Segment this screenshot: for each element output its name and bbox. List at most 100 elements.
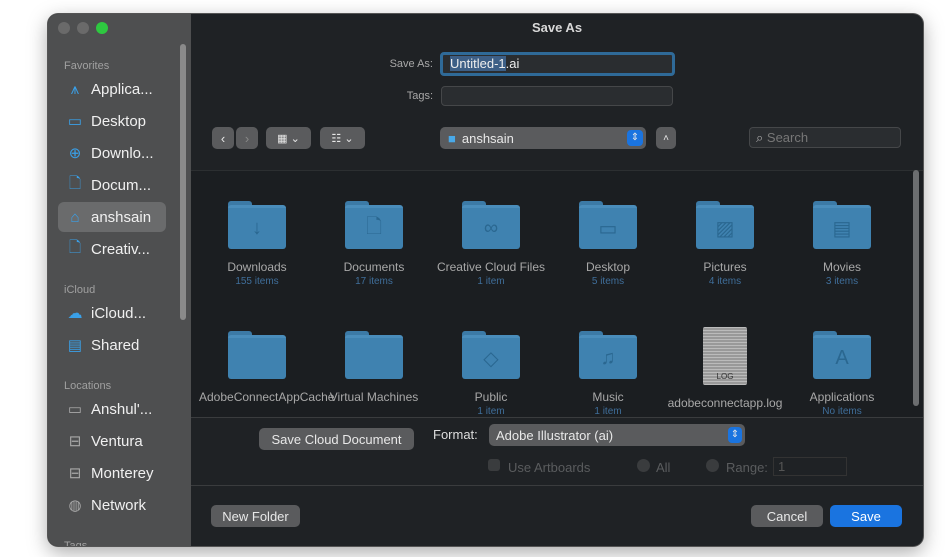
save-as-label: Save As: bbox=[389, 58, 433, 70]
sidebar-item-icloud[interactable]: ☁ iCloud... bbox=[58, 298, 166, 328]
folder-item[interactable]: ∞ Creative Cloud Files 1 item bbox=[433, 201, 549, 288]
folder-icon: ♫ bbox=[579, 331, 637, 379]
document-icon: 🗋 bbox=[68, 174, 82, 192]
sidebar-item-ventura[interactable]: ⊟ Ventura bbox=[58, 426, 166, 456]
folder-item[interactable]: ♫ Music 1 item bbox=[550, 331, 666, 417]
item-name: Documents bbox=[343, 260, 405, 274]
divider bbox=[191, 485, 923, 486]
location-popup[interactable]: ■ anshsain ⇕ bbox=[440, 127, 646, 149]
sidebar-scrollbar[interactable] bbox=[180, 44, 186, 320]
minimize-button[interactable] bbox=[77, 22, 89, 34]
sidebar-item-creativ[interactable]: 🗋 Creativ... bbox=[58, 234, 166, 264]
range-radio[interactable] bbox=[706, 459, 719, 472]
sidebar-item-label: Ventura bbox=[91, 432, 143, 450]
search-placeholder: Search bbox=[766, 130, 809, 145]
range-input[interactable]: 1 bbox=[773, 457, 847, 476]
file-grid: ↓ Downloads 155 items 🗋 Documents 17 items ∞ Cr… bbox=[191, 170, 923, 418]
desktop-icon: ▭ bbox=[67, 113, 83, 130]
sidebar-item-downlo[interactable]: ⊕ Downlo... bbox=[58, 138, 166, 168]
window-controls bbox=[58, 22, 108, 34]
downloads-icon: ⊕ bbox=[68, 145, 82, 162]
forward-button[interactable]: › bbox=[236, 127, 258, 149]
cancel-button[interactable]: Cancel bbox=[751, 505, 823, 527]
sidebar-item-label: Downlo... bbox=[91, 144, 154, 162]
folder-item[interactable]: ▤ Movies 3 items bbox=[784, 201, 900, 288]
format-popup[interactable]: Adobe Illustrator (ai) ⇕ bbox=[489, 424, 745, 446]
home-icon: ⌂ bbox=[70, 208, 80, 226]
item-count: 1 item bbox=[477, 406, 505, 417]
zoom-button[interactable] bbox=[96, 22, 108, 34]
folder-icon: ◇ bbox=[462, 331, 520, 379]
globe-icon: ◍ bbox=[68, 497, 82, 514]
sidebar-item-monterey[interactable]: ⊟ Monterey bbox=[58, 458, 166, 488]
sidebar-item-applica[interactable]: ⩚ Applica... bbox=[58, 74, 166, 104]
folder-item[interactable]: ▭ Desktop 5 items bbox=[550, 201, 666, 288]
item-name: Downloads bbox=[227, 260, 287, 274]
sidebar-item-shared[interactable]: ▤ Shared bbox=[58, 330, 166, 360]
sidebar-item-label: anshsain bbox=[91, 208, 152, 226]
sidebar-item-label: Creativ... bbox=[91, 240, 150, 258]
all-radio[interactable] bbox=[637, 459, 650, 472]
filename-input[interactable]: Untitled-1.ai bbox=[440, 52, 675, 76]
back-button[interactable]: ‹ bbox=[212, 127, 234, 149]
new-folder-button[interactable]: New Folder bbox=[211, 505, 300, 527]
disk-icon: ⊟ bbox=[68, 433, 82, 450]
main-panel: Save As Save As: Untitled-1.ai Tags: ‹ ›… bbox=[191, 14, 923, 546]
sidebar-item-label: Desktop bbox=[91, 112, 147, 130]
folder-item[interactable]: A Applications No items bbox=[784, 331, 900, 417]
sidebar-item-anshsain[interactable]: ⌂ anshsain bbox=[58, 202, 166, 232]
search-field[interactable]: ⌕ Search bbox=[749, 127, 901, 148]
item-name: adobeconnectapp.log bbox=[667, 396, 783, 410]
file-grid-scrollbar[interactable] bbox=[913, 170, 919, 406]
window-title: Save As bbox=[531, 20, 583, 35]
save-button[interactable]: Save bbox=[830, 505, 902, 527]
item-name: Pictures bbox=[703, 260, 747, 274]
item-count: 3 items bbox=[825, 276, 859, 287]
folder-item[interactable]: 🗋 Documents 17 items bbox=[316, 201, 432, 288]
close-button[interactable] bbox=[58, 22, 70, 34]
sidebar-item-docum[interactable]: 🗋 Docum... bbox=[58, 170, 166, 200]
folder-item[interactable]: ↓ Downloads 155 items bbox=[199, 201, 315, 288]
item-name: Desktop bbox=[585, 260, 631, 274]
sidebar-item-anshul[interactable]: ▭ Anshul'... bbox=[58, 394, 166, 424]
expand-collapse-button[interactable]: ˄ bbox=[656, 127, 676, 149]
sidebar-section-heading: Favorites bbox=[64, 60, 110, 72]
folder-item[interactable]: ▨ Pictures 4 items bbox=[667, 201, 783, 288]
item-count: 5 items bbox=[591, 276, 625, 287]
folder-item[interactable]: AdobeConnectAppCache bbox=[199, 331, 334, 405]
save-as-dialog: Favorites ⩚ Applica... ▭ Desktop ⊕ Downlo... 🗋 D… bbox=[48, 14, 923, 546]
sidebar-item-label: Network bbox=[91, 496, 147, 514]
folder-icon: ▭ bbox=[579, 201, 637, 249]
sidebar-item-network[interactable]: ◍ Network bbox=[58, 490, 166, 520]
item-name: Creative Cloud Files bbox=[436, 260, 546, 274]
range-label: Range: bbox=[726, 460, 768, 475]
format-value: Adobe Illustrator (ai) bbox=[496, 427, 614, 443]
sidebar-item-desktop[interactable]: ▭ Desktop bbox=[58, 106, 166, 136]
log-file-icon: LOG bbox=[703, 327, 747, 385]
folder-item[interactable]: Virtual Machines bbox=[316, 331, 432, 405]
filename-extension: .ai bbox=[505, 56, 520, 71]
sidebar-section-heading: Locations bbox=[64, 380, 112, 392]
file-item[interactable]: LOG adobeconnectapp.log bbox=[667, 327, 783, 411]
folder-item[interactable]: ◇ Public 1 item bbox=[433, 331, 549, 417]
item-count: 155 items bbox=[235, 276, 279, 287]
item-name: Movies bbox=[822, 260, 861, 274]
folder-icon: ∞ bbox=[462, 201, 520, 249]
disk-icon: ⊟ bbox=[68, 465, 82, 482]
use-artboards-checkbox[interactable] bbox=[488, 459, 500, 471]
format-label: Format: bbox=[433, 427, 478, 442]
group-button[interactable]: ☷ ⌄ bbox=[320, 127, 365, 149]
tags-input[interactable] bbox=[441, 86, 673, 106]
location-label: anshsain bbox=[461, 130, 514, 146]
save-cloud-document-button[interactable]: Save Cloud Document bbox=[259, 428, 414, 450]
cloud-icon: ☁ bbox=[67, 305, 83, 322]
icon-view-button[interactable]: ▦ ⌄ bbox=[266, 127, 311, 149]
item-count: No items bbox=[822, 406, 862, 417]
folder-icon: ■ bbox=[448, 130, 456, 146]
sidebar-section-heading: Tags bbox=[64, 540, 88, 546]
sidebar-item-label: Applica... bbox=[91, 80, 153, 98]
folder-icon bbox=[228, 331, 286, 379]
filename-selection: Untitled-1 bbox=[450, 56, 506, 71]
sidebar-item-label: Shared bbox=[91, 336, 140, 354]
laptop-icon: ▭ bbox=[67, 401, 83, 418]
